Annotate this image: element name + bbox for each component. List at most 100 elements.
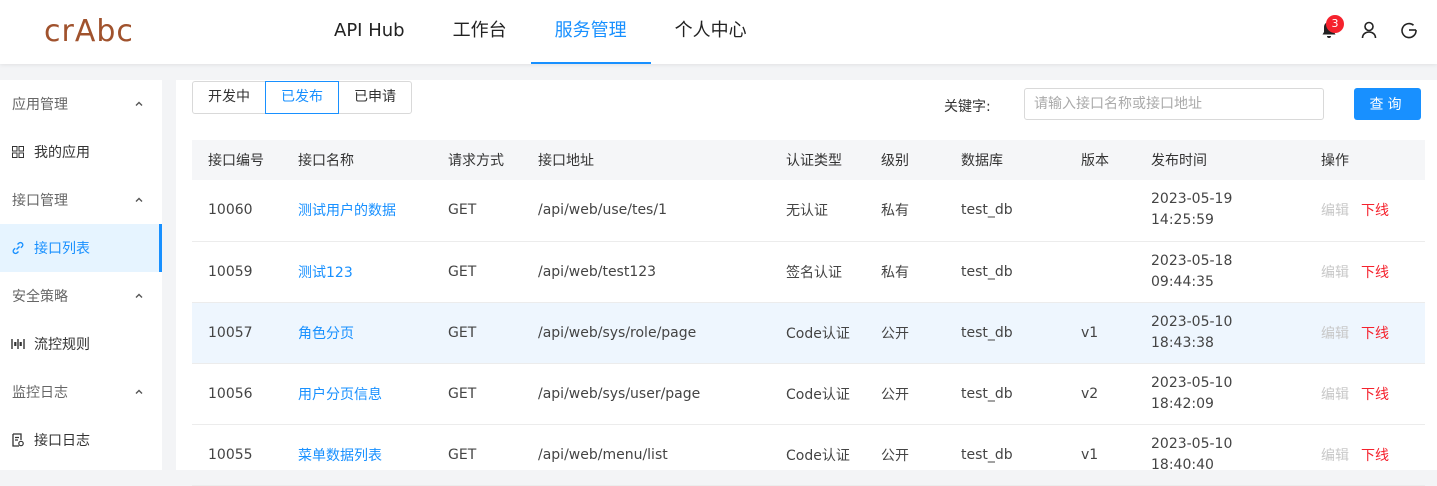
cell-auth: Code认证 — [770, 302, 865, 364]
cell-auth: 无认证 — [770, 180, 865, 242]
cell-auth: Code认证 — [770, 424, 865, 486]
sidebar-group-label: 监控日志 — [12, 385, 68, 401]
logo[interactable]: crAbc — [44, 12, 134, 52]
tab-published[interactable]: 已发布 — [265, 81, 339, 114]
cell-db: test_db — [945, 302, 1065, 364]
edit-button[interactable]: 编辑 — [1321, 326, 1349, 342]
cell-id: 10055 — [192, 424, 282, 486]
cell-db: test_db — [945, 424, 1065, 486]
cell-level: 公开 — [865, 363, 945, 425]
status-tabs: 开发中 已发布 已申请 — [192, 81, 412, 114]
offline-button[interactable]: 下线 — [1361, 326, 1389, 342]
bell-icon[interactable]: 3 — [1319, 15, 1344, 40]
sidebar-item-label: 流控规则 — [34, 337, 90, 353]
sidebar-group-label: 安全策略 — [12, 289, 68, 305]
api-name-link[interactable]: 测试123 — [282, 241, 432, 303]
api-name-link[interactable]: 角色分页 — [282, 302, 432, 364]
sidebar-item-label: 接口列表 — [34, 241, 90, 257]
sidebar-group-api-management[interactable]: 接口管理 — [0, 176, 162, 224]
cell-path: /api/web/menu/list — [522, 424, 770, 486]
cell-db: test_db — [945, 241, 1065, 303]
api-name-link[interactable]: 菜单数据列表 — [282, 424, 432, 486]
sidebar-item-label: 接口日志 — [34, 433, 90, 449]
offline-button[interactable]: 下线 — [1361, 265, 1389, 281]
api-name-link[interactable]: 用户分页信息 — [282, 363, 432, 425]
table-row: 10057 角色分页 GET /api/web/sys/role/page Co… — [192, 302, 1425, 364]
cell-publish-time: 2023-05-10 18:43:38 — [1135, 302, 1305, 364]
keyword-label: 关键字: — [944, 99, 991, 115]
publish-clock: 18:42:09 — [1151, 395, 1214, 412]
edit-button[interactable]: 编辑 — [1321, 265, 1349, 281]
cell-id: 10059 — [192, 241, 282, 303]
sidebar-item-my-apps[interactable]: 我的应用 — [0, 128, 162, 176]
cell-actions: 编辑 下线 — [1305, 424, 1425, 486]
sidebar-group-app-management[interactable]: 应用管理 — [0, 80, 162, 128]
nav-workbench[interactable]: 工作台 — [429, 0, 531, 64]
cell-publish-time: 2023-05-10 18:40:40 — [1135, 424, 1305, 486]
sidebar-item-api-list[interactable]: 接口列表 — [0, 224, 162, 272]
api-name-link[interactable]: 测试用户的数据 — [282, 180, 432, 242]
chevron-up-icon — [135, 389, 143, 394]
nav-personal-center[interactable]: 个人中心 — [651, 0, 771, 64]
cell-db: test_db — [945, 180, 1065, 242]
user-icon[interactable] — [1359, 20, 1379, 40]
cell-id: 10056 — [192, 363, 282, 425]
cell-actions: 编辑 下线 — [1305, 180, 1425, 242]
sidebar-item-api-logs[interactable]: 接口日志 — [0, 416, 162, 464]
sidebar: 应用管理 我的应用 接口管理 接口列表 安全策略 流控规则 监控日志 接口日志 — [0, 80, 162, 470]
link-icon — [11, 241, 25, 255]
cell-method: GET — [432, 363, 522, 425]
cell-path: /api/web/use/tes/1 — [522, 180, 770, 242]
publish-date: 2023-05-19 — [1151, 191, 1233, 208]
cell-path: /api/web/test123 — [522, 241, 770, 303]
table-row: 10060 测试用户的数据 GET /api/web/use/tes/1 无认证… — [192, 180, 1425, 242]
edit-button[interactable]: 编辑 — [1321, 448, 1349, 464]
column-header: 接口地址 — [522, 140, 770, 180]
cell-id: 10057 — [192, 302, 282, 364]
edit-button[interactable]: 编辑 — [1321, 387, 1349, 403]
offline-button[interactable]: 下线 — [1361, 448, 1389, 464]
cell-id: 10060 — [192, 180, 282, 242]
query-button[interactable]: 查询 — [1354, 88, 1421, 120]
api-table: 接口编号 接口名称 请求方式 接口地址 认证类型 级别 数据库 版本 发布时间 … — [192, 140, 1425, 486]
publish-date: 2023-05-18 — [1151, 252, 1233, 269]
cell-level: 私有 — [865, 180, 945, 242]
nav-api-hub[interactable]: API Hub — [310, 0, 429, 64]
cell-actions: 编辑 下线 — [1305, 302, 1425, 364]
cell-level: 私有 — [865, 241, 945, 303]
publish-date: 2023-05-10 — [1151, 374, 1233, 391]
logout-icon[interactable] — [1399, 20, 1419, 40]
publish-date: 2023-05-10 — [1151, 313, 1233, 330]
table-row: 10056 用户分页信息 GET /api/web/sys/user/page … — [192, 363, 1425, 425]
log-icon — [11, 433, 25, 447]
publish-clock: 18:40:40 — [1151, 456, 1214, 473]
cell-method: GET — [432, 302, 522, 364]
cell-db: test_db — [945, 363, 1065, 425]
edit-button[interactable]: 编辑 — [1321, 203, 1349, 219]
sidebar-item-flow-control-rules[interactable]: 流控规则 — [0, 320, 162, 368]
column-header: 接口编号 — [192, 140, 282, 180]
table-row: 10055 菜单数据列表 GET /api/web/menu/list Code… — [192, 424, 1425, 486]
sidebar-group-security-policy[interactable]: 安全策略 — [0, 272, 162, 320]
tab-applied[interactable]: 已申请 — [338, 81, 412, 114]
keyword-search-input[interactable] — [1024, 88, 1324, 120]
tab-in-development[interactable]: 开发中 — [192, 81, 266, 114]
table-header-row: 接口编号 接口名称 请求方式 接口地址 认证类型 级别 数据库 版本 发布时间 … — [192, 140, 1425, 180]
column-header: 认证类型 — [770, 140, 865, 180]
publish-clock: 14:25:59 — [1151, 212, 1214, 229]
cell-method: GET — [432, 180, 522, 242]
cell-version: v1 — [1065, 424, 1135, 486]
nav-service-management[interactable]: 服务管理 — [530, 0, 651, 64]
sidebar-group-monitoring-logs[interactable]: 监控日志 — [0, 368, 162, 416]
offline-button[interactable]: 下线 — [1361, 203, 1389, 219]
notification-badge: 3 — [1326, 15, 1344, 33]
chevron-up-icon — [135, 197, 143, 202]
offline-button[interactable]: 下线 — [1361, 387, 1389, 403]
cell-publish-time: 2023-05-18 09:44:35 — [1135, 241, 1305, 303]
header-actions: 3 — [1319, 15, 1419, 40]
cell-path: /api/web/sys/user/page — [522, 363, 770, 425]
column-header: 版本 — [1065, 140, 1135, 180]
column-header: 请求方式 — [432, 140, 522, 180]
main-panel: 开发中 已发布 已申请 关键字: 查询 接口编号 接口名称 请求方式 接口地址 … — [176, 80, 1437, 486]
sidebar-group-label: 接口管理 — [12, 193, 68, 209]
